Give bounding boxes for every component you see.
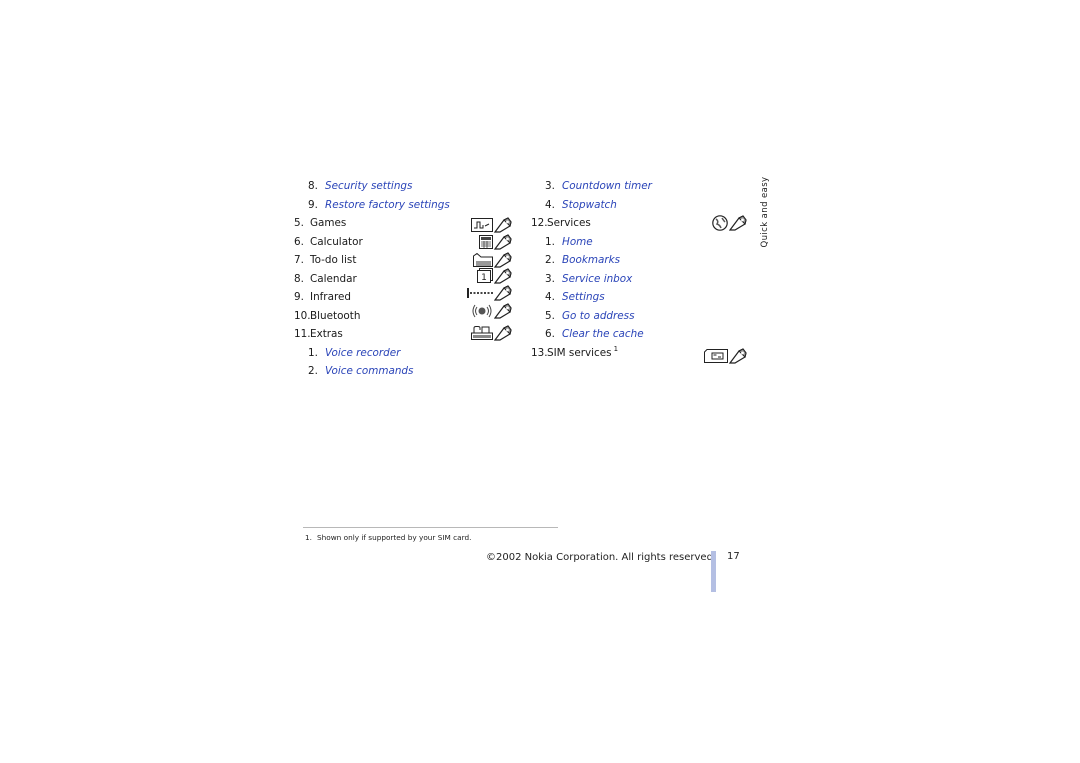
menu-item-label: Voice recorder [325, 346, 401, 359]
menu-item-label: SIM services [547, 346, 612, 359]
menu-item-label: Infrared [310, 291, 351, 303]
menu-item-label: Bookmarks [562, 254, 621, 266]
menu-item-label: Home [562, 235, 593, 248]
menu-item: 3. Countdown timer [531, 177, 751, 196]
menu-item-label: Restore factory settings [325, 198, 450, 211]
menu-item-label: Services [547, 217, 591, 229]
menu-item: 6. Calculator [294, 233, 514, 252]
menu-item-number: 3. [545, 180, 555, 192]
menu-item-number: 7. [294, 254, 304, 266]
games-icon [471, 217, 512, 233]
infrared-icon [467, 285, 512, 301]
calculator-icon [479, 233, 512, 250]
footnote-divider [303, 527, 558, 528]
menu-item: 6. Clear the cache [531, 325, 751, 344]
menu-item: 10.Bluetooth [294, 302, 514, 326]
menu-item-label: Settings [562, 291, 605, 303]
menu-item-label: To-do list [310, 254, 357, 266]
menu-item-number: 1. [545, 235, 555, 248]
menu-item-number: 9. [294, 291, 304, 303]
menu-item-number: 11. [294, 328, 311, 340]
menu-item-number: 6. [294, 235, 304, 248]
menu-item: 2. Voice commands [294, 362, 514, 381]
menu-item: 2. Bookmarks [531, 251, 751, 270]
menu-item-label: Security settings [325, 180, 413, 192]
copyright: ©2002 Nokia Corporation. All rights rese… [486, 552, 717, 563]
menu-item-label: Go to address [562, 309, 635, 322]
menu-item: 8. Security settings [294, 177, 514, 196]
menu-item-label: Games [310, 217, 347, 229]
menu-item: 1. Voice recorder [294, 344, 514, 363]
menu-item: 11.Extras [294, 325, 514, 344]
footnote-text: Shown only if supported by your SIM card… [316, 533, 472, 542]
menu-item: 9. Restore factory settings [294, 196, 514, 215]
menu-item-number: 8. [294, 272, 304, 285]
todo-list-icon [473, 252, 512, 268]
footnote-number: 1. [305, 533, 312, 542]
sim-card-icon [704, 347, 747, 364]
menu-item: 13.SIM services 1 [531, 344, 751, 364]
menu-item-number: 2. [545, 254, 555, 266]
menu-item-label: Voice commands [325, 365, 414, 377]
right-menu-column: 3. Countdown timer 4. Stopwatch 12.Services 1… [531, 177, 751, 364]
menu-item-number: 10. [294, 309, 311, 322]
svg-text:1: 1 [481, 273, 487, 283]
menu-item-number: 5. [545, 309, 555, 322]
left-menu-column: 8. Security settings 9. Restore factory set… [294, 177, 514, 381]
menu-item-label: Countdown timer [562, 180, 652, 192]
menu-item-label: Extras [310, 328, 343, 340]
menu-item-label: Calculator [310, 235, 363, 248]
menu-item-number: 4. [545, 291, 555, 303]
menu-item-number: 2. [308, 365, 318, 377]
menu-item-label: Calendar [310, 272, 357, 285]
menu-item-label: Clear the cache [562, 328, 644, 340]
menu-item-number: 12. [531, 217, 548, 229]
menu-item-number: 1. [308, 346, 318, 359]
menu-item-number: 13. [531, 346, 548, 359]
menu-item: 3. Service inbox [531, 270, 751, 289]
menu-item-label: Stopwatch [562, 198, 617, 211]
footnote-reference: 1 [613, 345, 619, 354]
menu-item: 4. Settings [531, 288, 751, 307]
calendar-icon: 1 [477, 267, 512, 284]
menu-item-number: 9. [308, 198, 318, 211]
menu-item: 1. Home [531, 233, 751, 252]
menu-item: 5. Go to address [531, 307, 751, 326]
menu-item: 4. Stopwatch [531, 196, 751, 215]
page-number: 17 [727, 551, 740, 562]
menu-item-number: 8. [308, 180, 318, 192]
menu-item-label: Bluetooth [310, 309, 361, 322]
menu-item: 12.Services [531, 214, 751, 233]
section-tab-label: Quick and easy [760, 176, 770, 248]
menu-item-label: Service inbox [562, 272, 633, 285]
services-globe-icon [712, 215, 747, 231]
footnote: 1. Shown only if supported by your SIM ca… [305, 533, 471, 542]
menu-item-number: 6. [545, 328, 555, 340]
page-marker-bar [711, 551, 716, 592]
bluetooth-icon [471, 302, 512, 319]
menu-item-number: 5. [294, 217, 304, 229]
menu-item-number: 4. [545, 198, 555, 211]
menu-item: 5. Games [294, 214, 514, 233]
menu-item-number: 3. [545, 272, 555, 285]
section-tab: Quick and easy [757, 177, 773, 248]
extras-icon [471, 325, 512, 341]
